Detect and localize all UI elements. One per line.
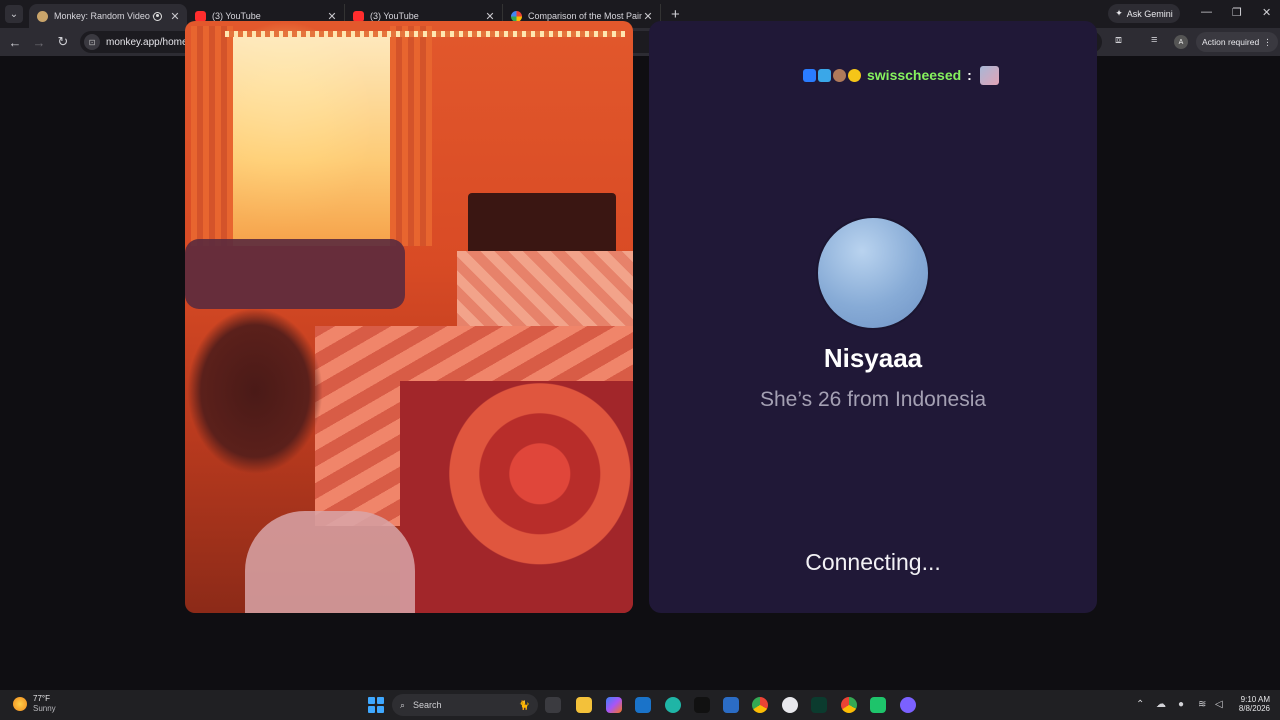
app-green-icon[interactable]: [870, 697, 886, 713]
store-icon[interactable]: [723, 697, 739, 713]
video-curtain-left: [191, 26, 233, 246]
clock-time: 9:10 AM: [1240, 695, 1270, 704]
reload-icon[interactable]: ↻: [51, 34, 75, 50]
clock[interactable]: 9:10 AM 8/8/2026: [1228, 695, 1270, 713]
volume-icon[interactable]: ◁: [1215, 699, 1223, 710]
tab-title: Monkey: Random Video Chat: [54, 11, 153, 21]
edge-icon[interactable]: [665, 697, 681, 713]
monkey-favicon-icon: [37, 10, 48, 22]
wifi-icon[interactable]: ≋: [1198, 699, 1206, 710]
google-favicon-icon: [511, 10, 522, 22]
streamer-username: swisscheesed: [867, 67, 962, 83]
streamer-badge-strip: swisscheesed :: [803, 65, 999, 85]
tray-cloud-icon[interactable]: ☁: [1156, 699, 1166, 710]
badge-face-icon: [833, 68, 846, 82]
gemini-sparkle-icon: ✦: [1115, 8, 1123, 18]
peer-name: Nisyaaa: [823, 343, 923, 373]
minimize-icon[interactable]: —: [1201, 6, 1212, 18]
tray-overflow-chevron-icon[interactable]: ⌃: [1136, 699, 1144, 710]
video-string-lights: [225, 31, 625, 37]
search-icon: ⌕: [400, 699, 406, 710]
local-video-feed: [185, 21, 633, 613]
clock-date: 8/8/2026: [1238, 704, 1270, 713]
discord-icon[interactable]: [900, 697, 916, 713]
menu-kebab-icon: ⋮: [1263, 36, 1272, 47]
youtube-favicon-icon: [195, 10, 206, 22]
weather-desc: Sunny: [33, 704, 56, 713]
tab-title: (3) YouTube: [212, 11, 261, 21]
recording-icon: [153, 11, 162, 21]
back-arrow-icon[interactable]: ←: [3, 35, 27, 50]
video-person-shirt: [245, 511, 415, 613]
restore-icon[interactable]: ❐: [1232, 6, 1242, 19]
ask-gemini-button[interactable]: ✦ Ask Gemini: [1108, 4, 1180, 23]
search-placeholder: Search: [413, 700, 442, 710]
forward-arrow-icon[interactable]: →: [27, 35, 51, 50]
close-window-icon[interactable]: ✕: [1262, 6, 1271, 19]
tab-search-chevron-icon[interactable]: ⌄: [5, 5, 23, 23]
copilot-icon[interactable]: [606, 697, 622, 713]
connection-status: Connecting...: [805, 549, 941, 575]
weather-widget[interactable]: 77°F Sunny: [13, 694, 56, 714]
epic-games-icon[interactable]: [694, 697, 710, 713]
taskbar-search[interactable]: ⌕ Search 🐈: [392, 694, 538, 716]
username-separator: :: [967, 67, 972, 83]
extensions-icon[interactable]: ⧈: [1115, 34, 1122, 47]
peer-age-location: She’s 26 from Indonesia: [759, 388, 987, 411]
site-info-icon[interactable]: ⊡: [84, 34, 100, 50]
windows-start-icon[interactable]: [368, 697, 384, 713]
chrome-profile-icon[interactable]: [841, 697, 857, 713]
tab-title: Comparison of the Most Painful: [528, 11, 642, 21]
profile-avatar[interactable]: A: [1174, 35, 1188, 49]
action-required-label: Action required: [1202, 37, 1260, 47]
task-view-icon[interactable]: [545, 697, 561, 713]
outlook-icon[interactable]: [635, 697, 651, 713]
video-window-light: [233, 31, 393, 246]
peer-avatar: [816, 216, 930, 330]
action-required-button[interactable]: Action required ⋮: [1196, 32, 1278, 52]
sun-icon: [13, 697, 27, 711]
tray-mic-icon[interactable]: ●: [1178, 699, 1184, 710]
url-text[interactable]: monkey.app/home: [106, 37, 188, 48]
close-tab-icon[interactable]: ✕: [642, 10, 654, 23]
streamer-avatar: [979, 65, 999, 85]
badge-cube-icon: [818, 68, 831, 82]
new-tab-icon[interactable]: +: [671, 6, 680, 23]
badge-hammer-icon: [803, 68, 816, 82]
youtube-favicon-icon: [353, 10, 364, 22]
reading-list-icon[interactable]: ≡: [1151, 34, 1157, 46]
chrome-icon[interactable]: [752, 697, 768, 713]
close-tab-icon[interactable]: ✕: [169, 10, 181, 23]
tab-monkey[interactable]: Monkey: Random Video Chat ✕: [29, 4, 187, 28]
ask-gemini-label: Ask Gemini: [1126, 8, 1173, 19]
video-curtain-right: [390, 26, 432, 246]
badge-coin-icon: [848, 68, 861, 82]
tab-title: (3) YouTube: [370, 11, 419, 21]
weather-temp: 77°F: [33, 694, 50, 703]
terminal-icon[interactable]: [811, 697, 827, 713]
obs-icon[interactable]: [782, 697, 798, 713]
search-highlight-cat-icon: 🐈: [518, 699, 530, 710]
file-explorer-icon[interactable]: [576, 697, 592, 713]
